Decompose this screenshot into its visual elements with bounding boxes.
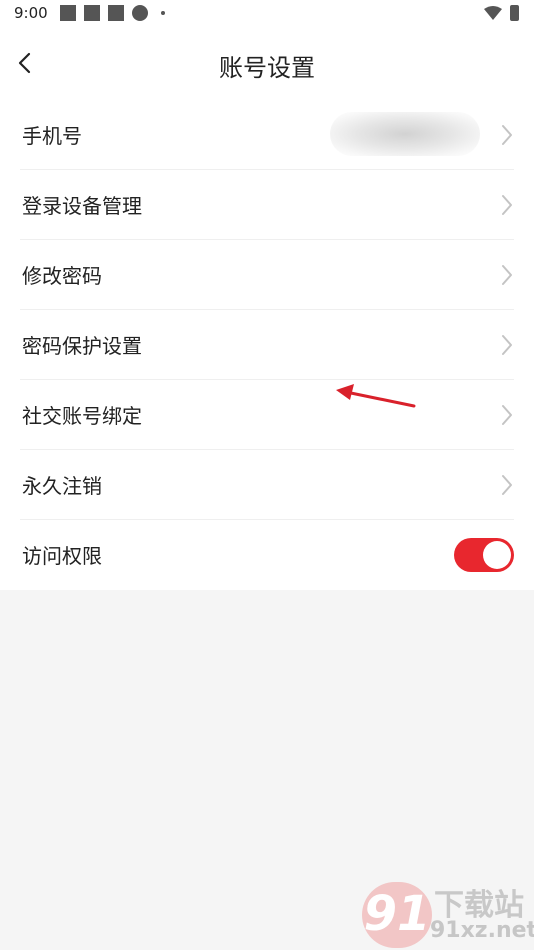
device-management-label: 登录设备管理 (22, 194, 142, 218)
more-notifications-icon (161, 11, 165, 15)
change-password-row[interactable]: 修改密码 (20, 240, 514, 310)
header: 账号设置 (0, 28, 534, 100)
status-bar: 9:00 (0, 0, 534, 28)
social-account-binding-label: 社交账号绑定 (22, 404, 142, 428)
phone-number-row[interactable]: 手机号 (20, 100, 514, 170)
chevron-right-icon (502, 405, 512, 425)
app-notification-icon (132, 5, 148, 21)
access-permission-label: 访问权限 (22, 544, 102, 568)
change-password-label: 修改密码 (22, 264, 102, 288)
device-management-row[interactable]: 登录设备管理 (20, 170, 514, 240)
watermark-url: 91xz.net (430, 918, 534, 943)
notification-icon (108, 5, 124, 21)
chevron-right-icon (502, 335, 512, 355)
page-title: 账号设置 (219, 54, 315, 82)
access-permission-toggle[interactable] (454, 538, 514, 572)
notification-icon (84, 5, 100, 21)
permanent-deactivation-row[interactable]: 永久注销 (20, 450, 514, 520)
chevron-right-icon (502, 195, 512, 215)
password-protection-label: 密码保护设置 (22, 334, 142, 358)
watermark: 91 下载站 91xz.net (362, 880, 534, 950)
red-arrow-annotation (336, 384, 416, 408)
permanent-deactivation-label: 永久注销 (22, 474, 102, 498)
watermark-logo: 91 (362, 882, 432, 948)
chevron-right-icon (502, 125, 512, 145)
phone-number-label: 手机号 (22, 124, 82, 148)
settings-list: 手机号 登录设备管理 修改密码 密码保护设置 社交账号绑定 永久注销 访问权限 (0, 100, 534, 590)
phone-number-value-blurred (330, 112, 480, 156)
social-account-binding-row[interactable]: 社交账号绑定 (20, 380, 514, 450)
chevron-right-icon (502, 475, 512, 495)
chevron-right-icon (502, 265, 512, 285)
toggle-knob (483, 541, 511, 569)
battery-icon (510, 5, 519, 21)
wifi-icon (484, 6, 502, 20)
status-time: 9:00 (14, 4, 48, 22)
notification-icon (60, 5, 76, 21)
access-permission-row: 访问权限 (20, 520, 514, 590)
password-protection-row[interactable]: 密码保护设置 (20, 310, 514, 380)
